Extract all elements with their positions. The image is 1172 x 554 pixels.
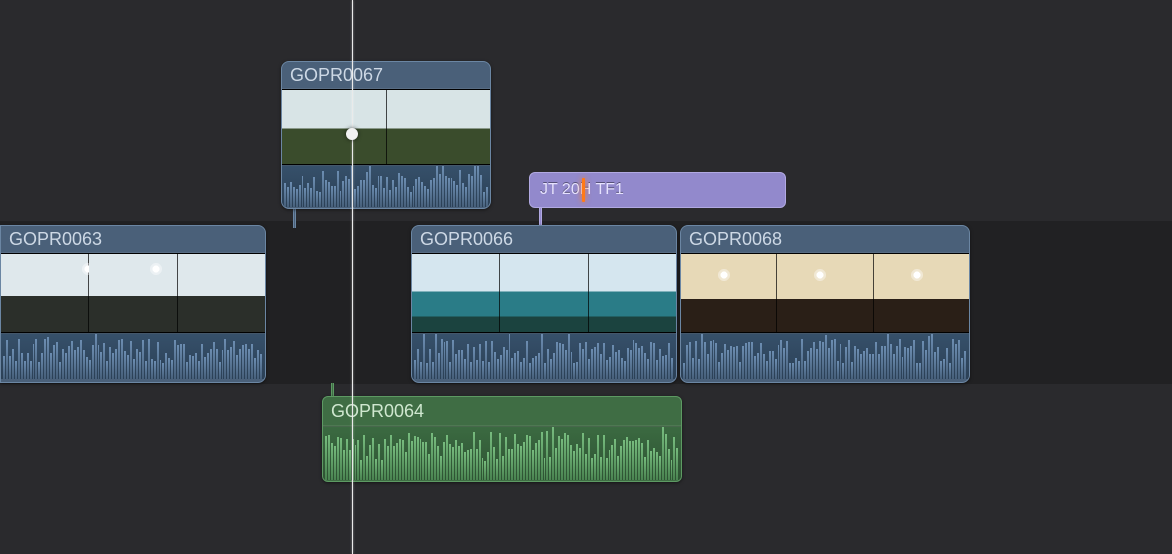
clip-audio-waveform <box>1 333 265 379</box>
clip-connector <box>331 383 334 397</box>
title-clip-jt20h[interactable]: JT 20H TF1 <box>529 172 786 208</box>
clip-label: GOPR0064 <box>323 397 681 426</box>
clip-audio-waveform <box>323 426 681 480</box>
primary-clip-gopr0066[interactable]: GOPR0066 <box>411 225 677 383</box>
connected-audio-gopr0064[interactable]: GOPR0064 <box>322 396 682 482</box>
primary-clip-gopr0063[interactable]: GOPR0063 <box>0 225 266 383</box>
clip-connector <box>293 209 296 228</box>
clip-filmstrip <box>412 253 676 333</box>
clip-label: GOPR0063 <box>1 226 265 253</box>
clip-audio-waveform <box>282 165 490 207</box>
connected-clip-gopr0067[interactable]: GOPR0067 <box>281 61 491 209</box>
clip-audio-waveform <box>412 333 676 379</box>
clip-filmstrip <box>1 253 265 333</box>
clip-label: GOPR0066 <box>412 226 676 253</box>
title-marker-icon <box>582 178 585 202</box>
clip-audio-waveform <box>681 333 969 379</box>
timeline-canvas[interactable]: GOPR0067 JT 20H TF1 GOPR0063 GOPR0066 GO… <box>0 0 1172 554</box>
clip-filmstrip <box>681 253 969 333</box>
clip-label: GOPR0068 <box>681 226 969 253</box>
primary-clip-gopr0068[interactable]: GOPR0068 <box>680 225 970 383</box>
clip-filmstrip <box>282 89 490 165</box>
clip-label: GOPR0067 <box>282 62 490 89</box>
